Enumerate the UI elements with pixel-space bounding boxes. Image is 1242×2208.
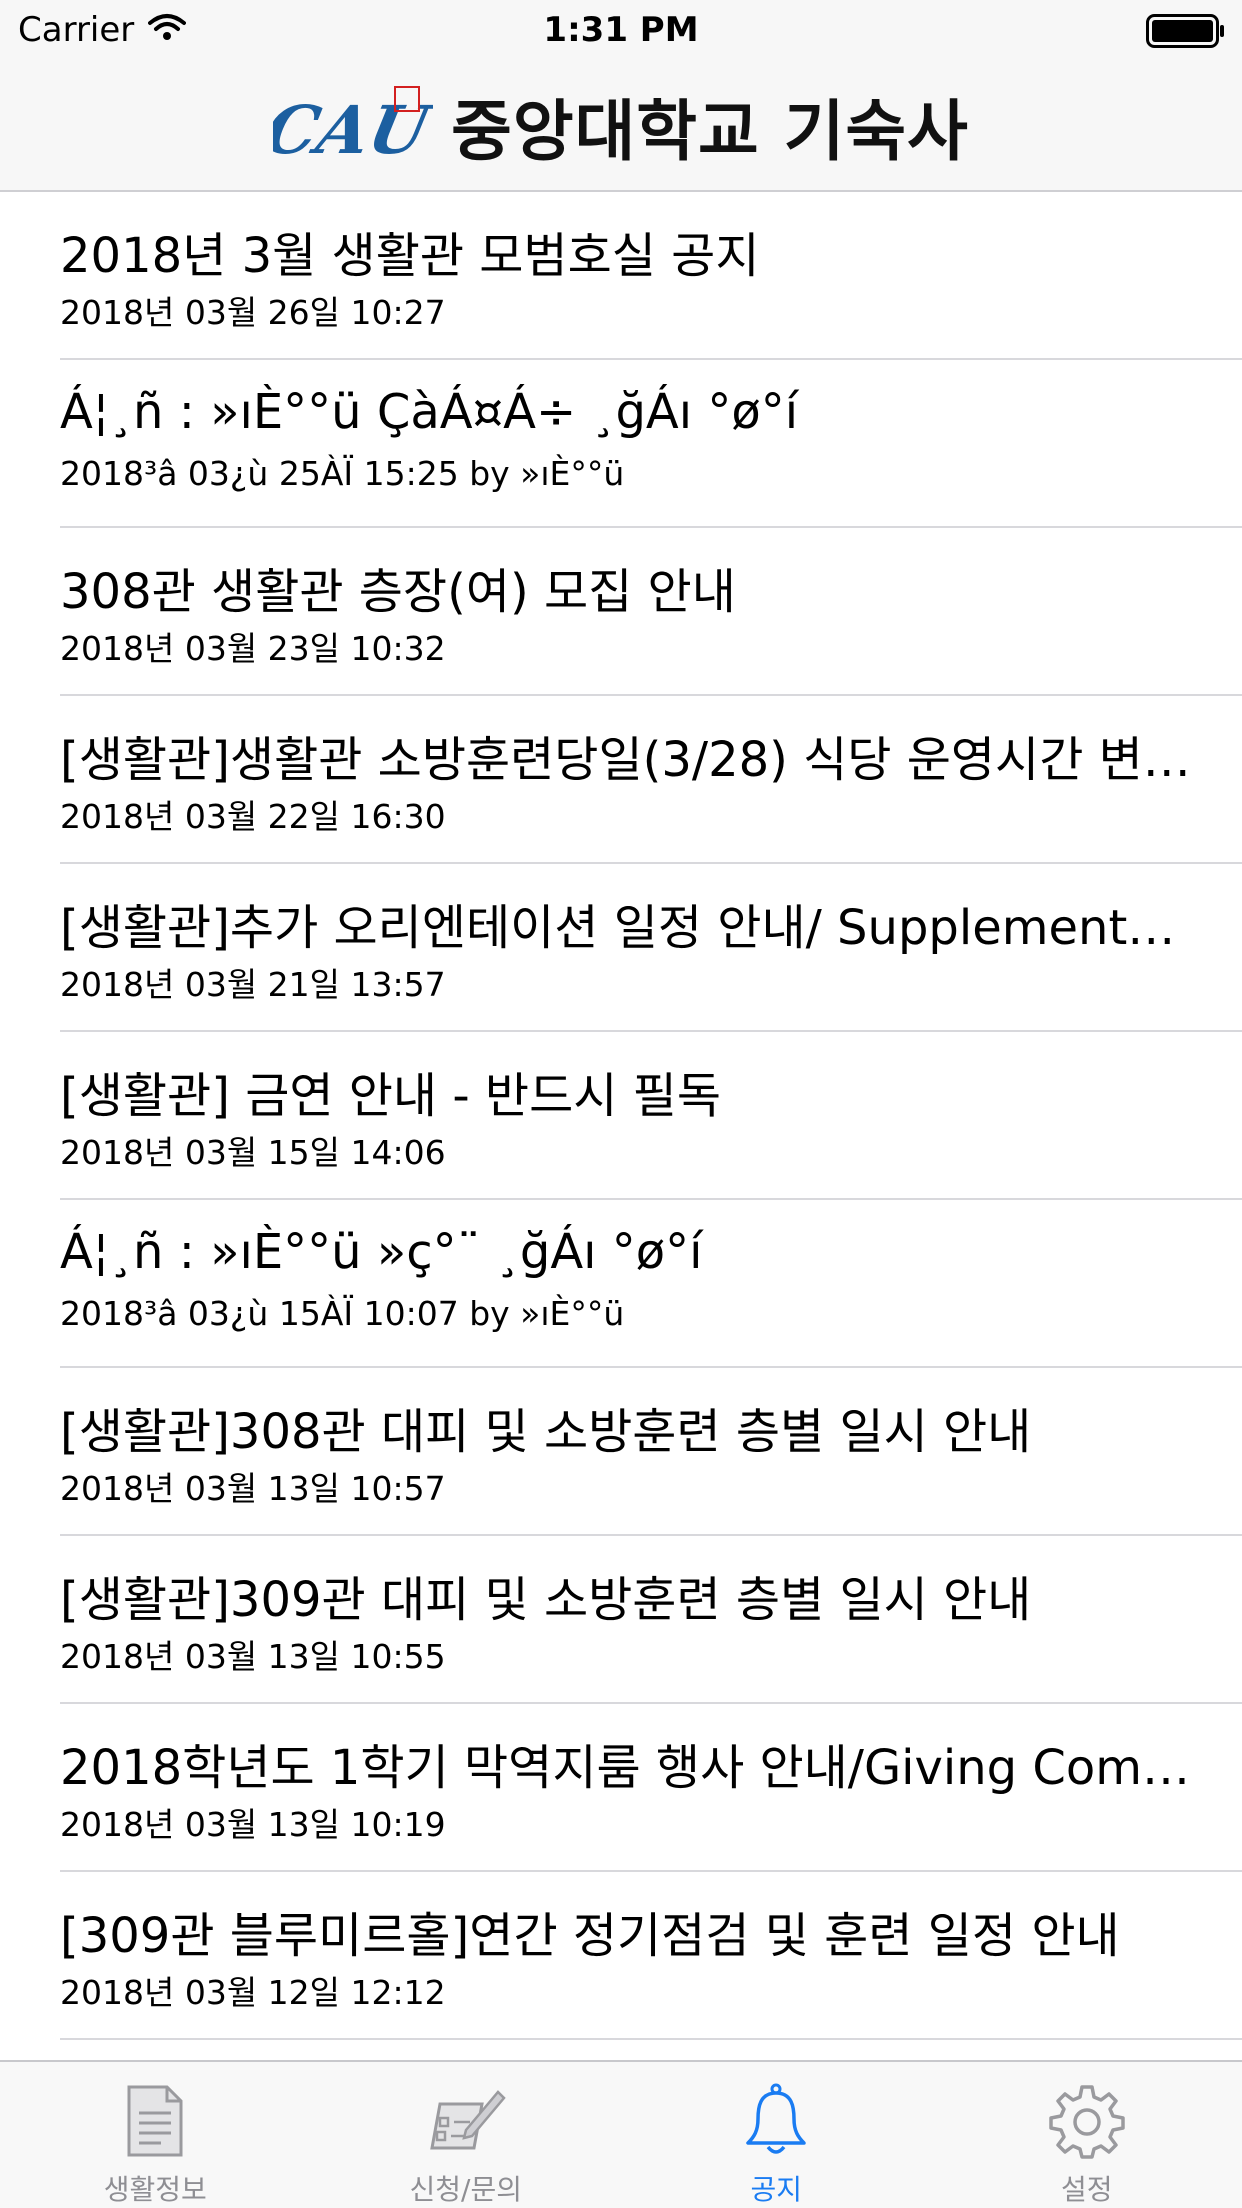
- notice-row[interactable]: Á¦¸ñ : »ıÈ°°ü »ç°¨ ¸ğÁı °ø°í 2018³â 03¿ù…: [0, 1200, 1242, 1368]
- notice-title: 2018년 3월 생활관 모범호실 공지: [60, 228, 760, 284]
- tab-notice[interactable]: 공지: [621, 2062, 932, 2208]
- notice-title: [생활관]308관 대피 및 소방훈련 층별 일시 안내: [60, 1404, 1032, 1460]
- notice-list[interactable]: 2018년 3월 생활관 모범호실 공지 2018년 03월 26일 10:27…: [0, 192, 1242, 2060]
- notice-date: 2018년 03월 21일 13:57: [60, 965, 446, 1004]
- battery-icon: [1146, 14, 1226, 52]
- notice-title: [생활관]추가 오리엔테이션 일정 안내/ Supplementa...: [60, 900, 1192, 956]
- tab-bar: 생활정보 신청/문의 공지 설정: [0, 2060, 1242, 2208]
- notice-title: [309관 블루미르홀]연간 정기점검 및 훈련 일정 안내: [60, 1908, 1120, 1964]
- notice-title: [생활관] 금연 안내 - 반드시 필독: [60, 1068, 721, 1124]
- bell-icon: [744, 2082, 808, 2160]
- notice-row[interactable]: 308관 생활관 층장(여) 모집 안내 2018년 03월 23일 10:32: [0, 528, 1242, 696]
- notice-title: [생활관]생활관 소방훈련당일(3/28) 식당 운영시간 변…: [60, 732, 1191, 788]
- notice-row[interactable]: [생활관]309관 대피 및 소방훈련 층별 일시 안내 2018년 03월 1…: [0, 1536, 1242, 1704]
- tab-life-info[interactable]: 생활정보: [0, 2062, 311, 2208]
- tab-apply-inquiry[interactable]: 신청/문의: [311, 2062, 622, 2208]
- notice-row[interactable]: [309관 블루미르홀]연간 정기점검 및 훈련 일정 안내 2018년 03월…: [0, 1872, 1242, 2040]
- status-bar: Carrier 1:31 PM: [0, 0, 1242, 60]
- notice-row[interactable]: 2018년 3월 생활관 모범호실 공지 2018년 03월 26일 10:27: [0, 192, 1242, 360]
- notice-date: 2018³â 03¿ù 15ÀÏ 10:07 by »ıÈ°°ü: [60, 1294, 625, 1333]
- tab-settings[interactable]: 설정: [932, 2062, 1242, 2208]
- form-pen-icon: [426, 2082, 506, 2160]
- notice-title: 308관 생활관 층장(여) 모집 안내: [60, 564, 736, 620]
- notice-date: 2018년 03월 15일 14:06: [60, 1133, 446, 1172]
- notice-date: 2018년 03월 26일 10:27: [60, 293, 446, 332]
- notice-date: 2018년 03월 12일 12:12: [60, 1973, 446, 2012]
- tab-label: 공지: [750, 2173, 803, 2206]
- notice-title: Á¦¸ñ : »ıÈ°°ü ÇàÁ¤Á÷ ¸ğÁı °ø°í: [60, 384, 799, 440]
- notice-row[interactable]: [생활관] 금연 안내 - 반드시 필독 2018년 03월 15일 14:06: [0, 1032, 1242, 1200]
- cau-logo: CAU: [258, 79, 440, 173]
- notice-title: Á¦¸ñ : »ıÈ°°ü »ç°¨ ¸ğÁı °ø°í: [60, 1224, 703, 1280]
- page-title: 중앙대학교 기숙사: [451, 93, 969, 170]
- svg-text:CAU: CAU: [273, 91, 433, 169]
- notice-date: 2018³â 03¿ù 25ÀÏ 15:25 by »ıÈ°°ü: [60, 454, 625, 493]
- notice-date: 2018년 03월 13일 10:55: [60, 1637, 446, 1676]
- tab-label: 생활정보: [103, 2173, 207, 2206]
- document-icon: [123, 2082, 187, 2160]
- notice-row[interactable]: 2018학년도 1학기 막역지룸 행사 안내/Giving Comp... 20…: [0, 1704, 1242, 1872]
- nav-title-bar: CAU 중앙대학교 기숙사: [0, 76, 1242, 176]
- notice-date: 2018년 03월 13일 10:57: [60, 1469, 446, 1508]
- navigation-header: Carrier 1:31 PM CAU 중앙대학교 기숙사: [0, 0, 1242, 192]
- clock: 1:31 PM: [543, 10, 699, 50]
- notice-date: 2018년 03월 22일 16:30: [60, 797, 446, 836]
- notice-row[interactable]: Á¦¸ñ : »ıÈ°°ü ÇàÁ¤Á÷ ¸ğÁı °ø°í 2018³â 03…: [0, 360, 1242, 528]
- notice-row[interactable]: [생활관]생활관 소방훈련당일(3/28) 식당 운영시간 변… 2018년 0…: [0, 696, 1242, 864]
- notice-title: [생활관]309관 대피 및 소방훈련 층별 일시 안내: [60, 1572, 1032, 1628]
- app-screen: Carrier 1:31 PM CAU 중앙대학교 기숙사 2018년 3월 생…: [0, 0, 1242, 2208]
- notice-title: 2018학년도 1학기 막역지룸 행사 안내/Giving Comp...: [60, 1740, 1192, 1796]
- notice-row[interactable]: [생활관]추가 오리엔테이션 일정 안내/ Supplementa... 201…: [0, 864, 1242, 1032]
- gear-icon: [1049, 2082, 1125, 2160]
- tab-label: 신청/문의: [409, 2173, 522, 2206]
- notice-date: 2018년 03월 13일 10:19: [60, 1805, 446, 1844]
- notice-date: 2018년 03월 23일 10:32: [60, 629, 446, 668]
- tab-label: 설정: [1060, 2173, 1113, 2206]
- notice-row[interactable]: [생활관]308관 대피 및 소방훈련 층별 일시 안내 2018년 03월 1…: [0, 1368, 1242, 1536]
